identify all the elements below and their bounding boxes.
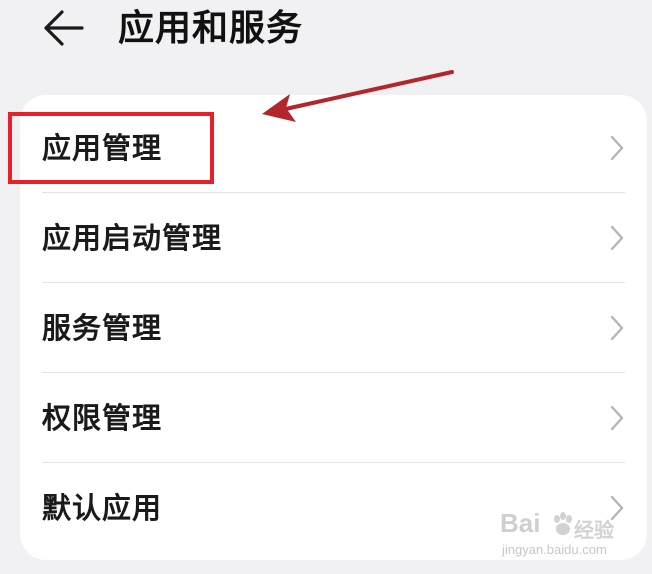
app-header: 应用和服务	[0, 0, 652, 70]
list-item-default-apps[interactable]: 默认应用	[20, 463, 647, 553]
chevron-right-icon	[610, 315, 624, 341]
list-item-label: 应用管理	[42, 131, 163, 165]
list-item-label: 权限管理	[42, 401, 163, 435]
list-item-app-launch-management[interactable]: 应用启动管理	[20, 193, 647, 283]
list-item-service-management[interactable]: 服务管理	[20, 283, 647, 373]
arrow-left-icon	[44, 10, 84, 46]
list-item-label: 应用启动管理	[42, 221, 223, 255]
list-item-label: 默认应用	[42, 491, 163, 525]
chevron-right-icon	[610, 225, 624, 251]
list-item-permission-management[interactable]: 权限管理	[20, 373, 647, 463]
chevron-right-icon	[610, 495, 624, 521]
chevron-right-icon	[610, 405, 624, 431]
list-item-app-management[interactable]: 应用管理	[20, 103, 647, 193]
back-button[interactable]	[38, 6, 90, 50]
list-item-label: 服务管理	[42, 311, 163, 345]
chevron-right-icon	[610, 135, 624, 161]
settings-list-card: 应用管理 应用启动管理 服务管理 权限管理 默认应用	[20, 95, 647, 560]
page-title: 应用和服务	[118, 8, 304, 49]
